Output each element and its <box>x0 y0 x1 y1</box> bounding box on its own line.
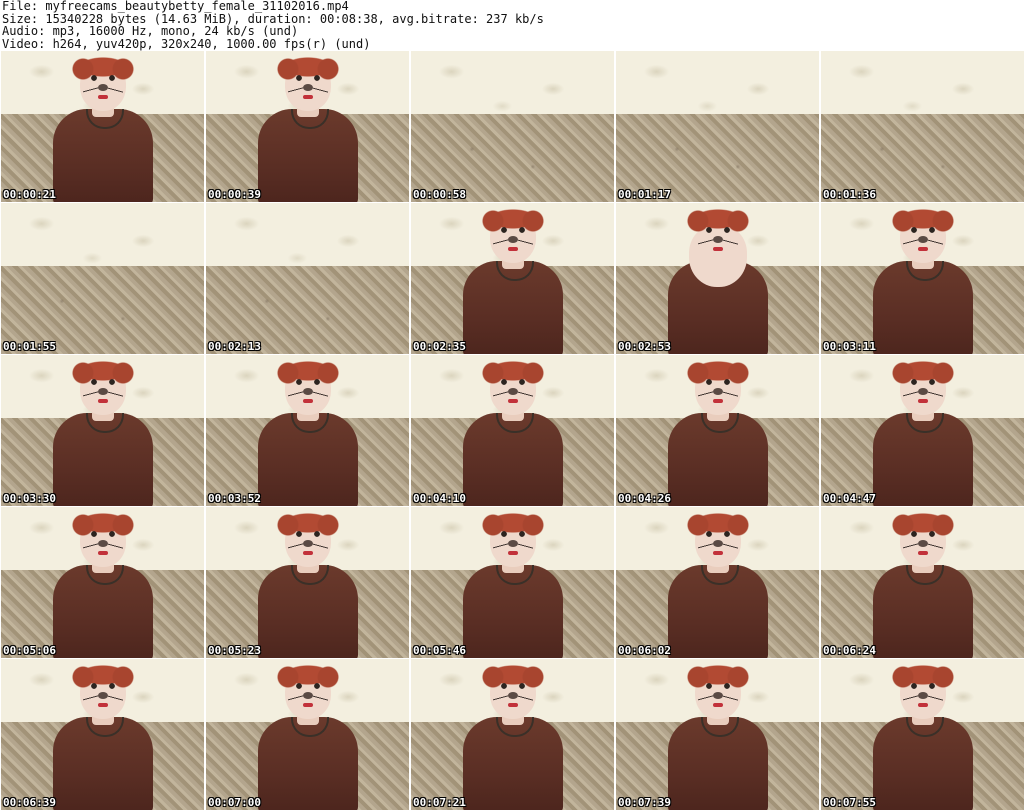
wallpaper-background <box>411 51 614 121</box>
video-thumbnail: 00:01:55 <box>1 203 204 354</box>
timestamp-label: 00:06:24 <box>823 644 876 657</box>
video-thumbnail: 00:07:39 <box>616 659 819 810</box>
video-thumbnail: 00:07:00 <box>206 659 409 810</box>
person-figure <box>868 659 978 810</box>
wallpaper-background <box>616 51 819 121</box>
video-thumbnail: 00:07:21 <box>411 659 614 810</box>
person-figure <box>48 51 158 202</box>
video-thumbnail: 00:03:11 <box>821 203 1024 354</box>
person-figure <box>48 659 158 810</box>
timestamp-label: 00:06:39 <box>3 796 56 809</box>
video-thumbnail: 00:02:53 <box>616 203 819 354</box>
video-thumbnail: 00:07:55 <box>821 659 1024 810</box>
timestamp-label: 00:04:10 <box>413 492 466 505</box>
person-figure <box>663 659 773 810</box>
video-thumbnail: 00:00:58 <box>411 51 614 202</box>
video-thumbnail: 00:01:36 <box>821 51 1024 202</box>
person-figure <box>253 659 363 810</box>
audio-line: Audio: mp3, 16000 Hz, mono, 24 kb/s (und… <box>2 24 299 39</box>
video-thumbnail: 00:00:21 <box>1 51 204 202</box>
video-thumbnail: 00:01:17 <box>616 51 819 202</box>
timestamp-label: 00:02:53 <box>618 340 671 353</box>
timestamp-label: 00:07:21 <box>413 796 466 809</box>
person-figure <box>48 507 158 658</box>
video-thumbnail: 00:04:26 <box>616 355 819 506</box>
video-thumbnail: 00:05:23 <box>206 507 409 658</box>
video-line: Video: h264, yuv420p, 320x240, 1000.00 f… <box>2 36 371 51</box>
timestamp-label: 00:01:55 <box>3 340 56 353</box>
person-figure <box>458 355 568 506</box>
video-thumbnail: 00:02:35 <box>411 203 614 354</box>
thumbnail-grid: 00:00:21 00:00:39 00:00:58 00:01:17 00:01:36… <box>1 51 1024 811</box>
timestamp-label: 00:07:55 <box>823 796 876 809</box>
video-thumbnail: 00:06:24 <box>821 507 1024 658</box>
timestamp-label: 00:01:36 <box>823 188 876 201</box>
video-thumbnail: 00:04:47 <box>821 355 1024 506</box>
timestamp-label: 00:00:39 <box>208 188 261 201</box>
timestamp-label: 00:01:17 <box>618 188 671 201</box>
timestamp-label: 00:04:26 <box>618 492 671 505</box>
video-thumbnail: 00:02:13 <box>206 203 409 354</box>
video-thumbnail: 00:03:52 <box>206 355 409 506</box>
person-figure <box>868 203 978 354</box>
timestamp-label: 00:07:39 <box>618 796 671 809</box>
video-thumbnail: 00:06:39 <box>1 659 204 810</box>
timestamp-label: 00:07:00 <box>208 796 261 809</box>
video-thumbnail: 00:04:10 <box>411 355 614 506</box>
person-figure <box>253 355 363 506</box>
person-figure <box>253 51 363 202</box>
wallpaper-background <box>821 51 1024 121</box>
wallpaper-background <box>1 203 204 273</box>
person-figure <box>868 507 978 658</box>
timestamp-label: 00:03:30 <box>3 492 56 505</box>
person-figure <box>458 659 568 810</box>
file-info-header: File: myfreecams_beautybetty_female_3110… <box>0 0 1024 51</box>
person-figure <box>868 355 978 506</box>
person-figure <box>663 355 773 506</box>
wallpaper-background <box>206 203 409 273</box>
timestamp-label: 00:05:06 <box>3 644 56 657</box>
timestamp-label: 00:02:35 <box>413 340 466 353</box>
person-figure <box>458 203 568 354</box>
video-thumbnail: 00:05:06 <box>1 507 204 658</box>
file-name-line: File: myfreecams_beautybetty_female_3110… <box>2 0 349 13</box>
timestamp-label: 00:00:21 <box>3 188 56 201</box>
video-thumbnail: 00:00:39 <box>206 51 409 202</box>
timestamp-label: 00:02:13 <box>208 340 261 353</box>
person-figure <box>253 507 363 658</box>
timestamp-label: 00:06:02 <box>618 644 671 657</box>
timestamp-label: 00:05:46 <box>413 644 466 657</box>
timestamp-label: 00:05:23 <box>208 644 261 657</box>
person-figure <box>663 203 773 354</box>
timestamp-label: 00:04:47 <box>823 492 876 505</box>
video-thumbnail: 00:05:46 <box>411 507 614 658</box>
timestamp-label: 00:00:58 <box>413 188 466 201</box>
person-figure <box>458 507 568 658</box>
video-thumbnail: 00:06:02 <box>616 507 819 658</box>
person-figure <box>663 507 773 658</box>
person-figure <box>48 355 158 506</box>
timestamp-label: 00:03:52 <box>208 492 261 505</box>
timestamp-label: 00:03:11 <box>823 340 876 353</box>
video-thumbnail: 00:03:30 <box>1 355 204 506</box>
